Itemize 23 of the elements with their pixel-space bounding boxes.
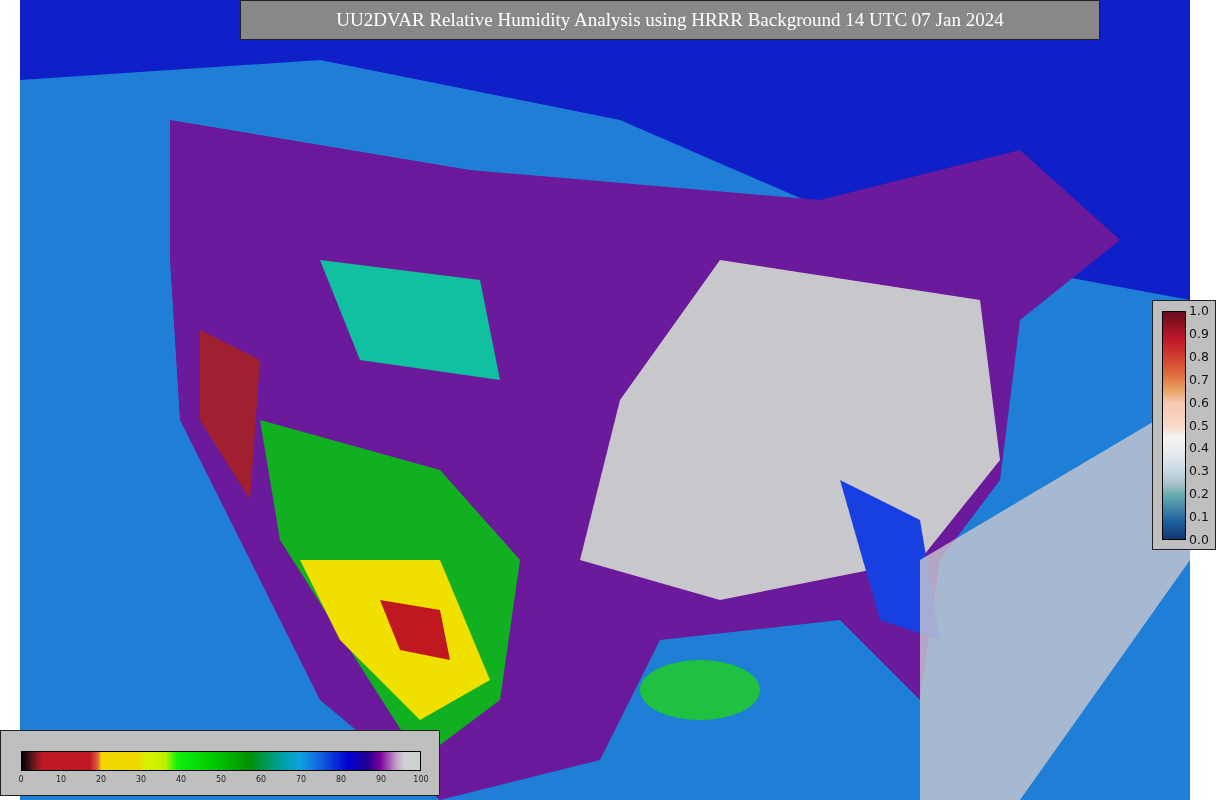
tick-label: 20 xyxy=(95,775,107,785)
tick-label: 0.7 xyxy=(1189,372,1209,387)
tick-label: 40 xyxy=(175,775,187,785)
tick-label: 0.2 xyxy=(1189,487,1209,502)
tick-label: 60 xyxy=(255,775,267,785)
tick-label: 0.6 xyxy=(1189,395,1209,410)
tick-label: 0.0 xyxy=(1189,533,1209,547)
tick-label: 80 xyxy=(335,775,347,785)
tick-label: 0.1 xyxy=(1189,510,1209,525)
tick-label: 30 xyxy=(135,775,147,785)
tick-label: 0.4 xyxy=(1189,441,1209,456)
tick-label: 0.3 xyxy=(1189,464,1209,479)
tick-label: 1.0 xyxy=(1189,304,1209,318)
tick-label: 90 xyxy=(375,775,387,785)
tick-label: 100 xyxy=(413,775,429,785)
tick-label: 70 xyxy=(295,775,307,785)
tick-label: 10 xyxy=(55,775,67,785)
tick-label: 0.9 xyxy=(1189,326,1209,341)
chart-title: UU2DVAR Relative Humidity Analysis using HRRR Background 14 UTC 07 Jan 2024 xyxy=(240,0,1100,40)
tick-label: 0.8 xyxy=(1189,349,1209,364)
tick-label: 0 xyxy=(18,775,24,785)
tick-label: 0.5 xyxy=(1189,418,1209,433)
tick-label: 50 xyxy=(215,775,227,785)
